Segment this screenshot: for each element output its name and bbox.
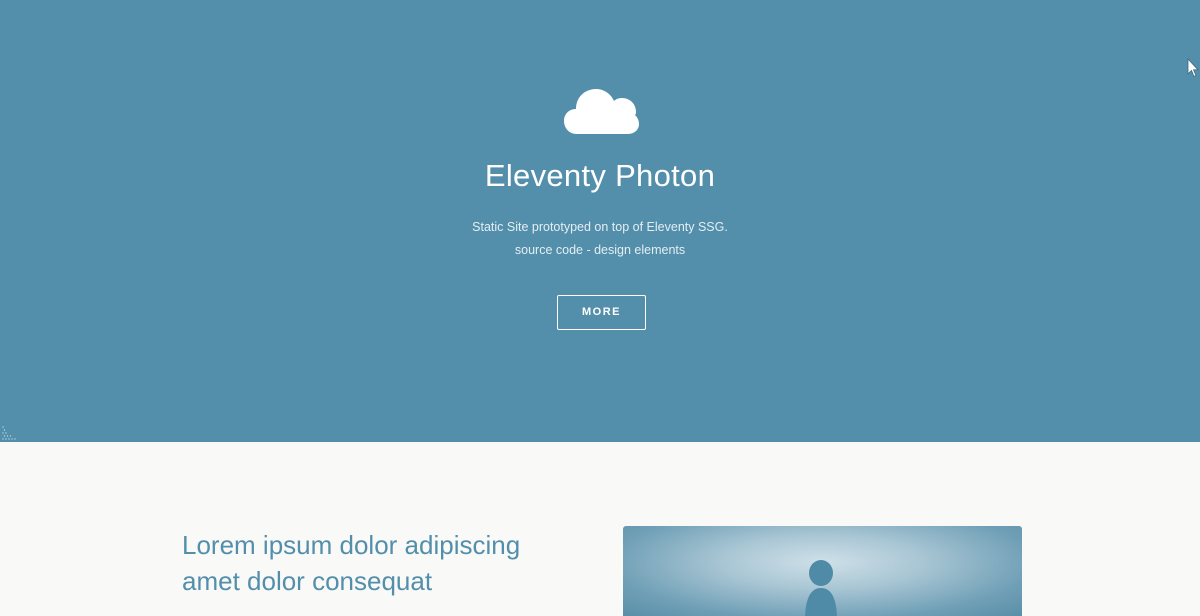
subtitle-text: Static Site prototyped on top of Elevent… xyxy=(472,220,728,234)
hero-header: Eleventy Photon Static Site prototyped o… xyxy=(0,0,1200,442)
source-code-link[interactable]: source code xyxy=(515,243,583,257)
dot-pattern-decoration xyxy=(2,426,16,440)
main-content: Lorem ipsum dolor adipiscing amet dolor … xyxy=(0,442,1200,616)
mouse-cursor-icon xyxy=(1187,58,1199,78)
link-separator: - xyxy=(582,243,595,257)
section-heading: Lorem ipsum dolor adipiscing amet dolor … xyxy=(182,530,521,596)
design-elements-link[interactable]: design elements xyxy=(594,243,685,257)
site-title: Eleventy Photon xyxy=(484,158,716,193)
more-button[interactable]: MORE xyxy=(557,295,646,330)
person-silhouette xyxy=(805,560,837,616)
cloud-icon xyxy=(564,89,639,134)
site-subtitle: Static Site prototyped on top of Elevent… xyxy=(0,216,1200,262)
subtitle-links: source code - design elements xyxy=(0,239,1200,262)
feature-photo xyxy=(623,526,1022,616)
